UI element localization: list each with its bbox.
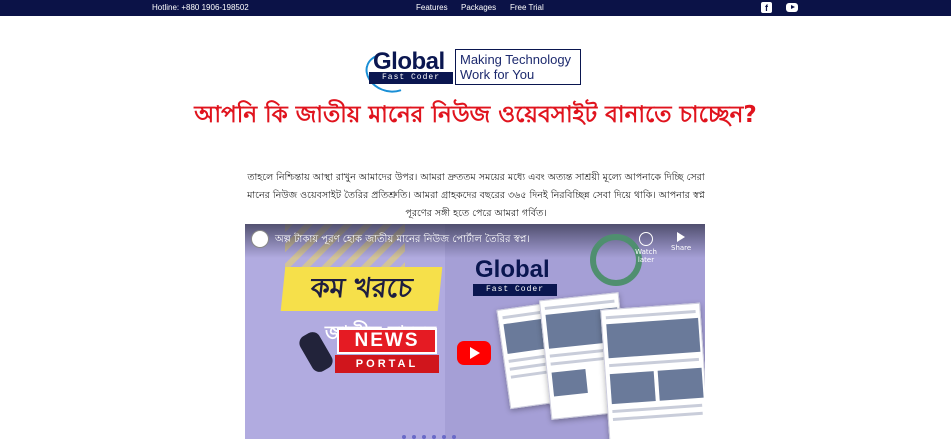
nav-packages[interactable]: Packages	[461, 3, 496, 12]
video-title[interactable]: অল্প টাকায় পূরণ হোক জাতীয় মানের নিউজ প…	[275, 232, 530, 249]
hotline-text: Hotline: +880 1906-198502	[152, 3, 249, 12]
clock-icon	[639, 232, 653, 246]
thumb-screen-3	[600, 302, 705, 439]
top-bar: Hotline: +880 1906-198502 Features Packa…	[0, 0, 951, 16]
thumb-portal: PORTAL	[335, 355, 439, 373]
thumb-text-low-cost: কম খরচে	[280, 267, 443, 311]
hero-description: তাহলে নিশ্চিন্তায় আস্থা রাখুন আমাদের উপ…	[247, 172, 705, 219]
watch-later-label: Watch later	[635, 248, 657, 264]
hero-headline: আপনি কি জাতীয় মানের নিউজ ওয়েবসাইট বানা…	[194, 102, 757, 128]
thumb-logo-sub: Fast Coder	[473, 284, 557, 296]
watch-later-button[interactable]: Watch later	[626, 232, 666, 264]
thumb-logo-text: Global	[475, 256, 550, 283]
facebook-icon[interactable]: f	[761, 2, 772, 13]
logo-tagline: Making Technology Work for You	[455, 49, 581, 85]
thumb-dots	[402, 424, 462, 439]
logo-mark: Global Fast Coder	[359, 46, 455, 100]
tagline-line-1: Making Technology	[460, 52, 572, 67]
site-logo[interactable]: Global Fast Coder Making Technology Work…	[359, 46, 583, 100]
youtube-icon[interactable]	[786, 3, 798, 12]
thumb-logo: Global Fast Coder	[471, 252, 561, 302]
thumb-news: NEWS	[337, 328, 437, 354]
video-embed[interactable]: অল্প টাকায় পূরণ হোক জাতীয় মানের নিউজ প…	[245, 224, 705, 439]
share-button[interactable]: Share	[671, 232, 691, 252]
share-label: Share	[671, 244, 692, 252]
nav-features[interactable]: Features	[416, 3, 448, 12]
share-icon	[677, 232, 685, 242]
tagline-line-2: Work for You	[460, 67, 535, 82]
logo-mark-subtext: Fast Coder	[369, 72, 453, 84]
channel-avatar[interactable]	[251, 230, 269, 248]
play-button[interactable]	[457, 341, 491, 365]
nav-free-trial[interactable]: Free Trial	[510, 3, 544, 12]
